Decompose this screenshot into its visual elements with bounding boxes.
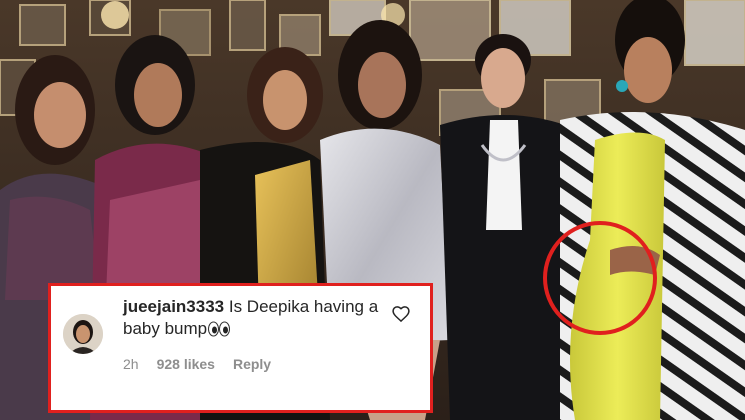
heart-icon[interactable] (391, 304, 411, 324)
reply-button[interactable]: Reply (233, 356, 271, 372)
wall-lamp (101, 1, 129, 29)
comment-text-line1: Is Deepika having a (228, 297, 379, 316)
likes-count[interactable]: 928 likes (157, 356, 215, 372)
eyes-emoji (208, 321, 231, 337)
avatar-image (63, 314, 103, 354)
comment-username[interactable]: jueejain3333 (123, 297, 224, 316)
comment-first-line: jueejain3333 Is Deepika having a (123, 296, 383, 318)
comment-meta-row: 2h 928 likes Reply (123, 356, 271, 372)
comment-second-line: baby bump (123, 318, 231, 340)
instagram-comment-card: jueejain3333 Is Deepika having a baby bu… (48, 283, 433, 413)
comment-text-line2: baby bump (123, 319, 208, 338)
photo-stage: jueejain3333 Is Deepika having a baby bu… (0, 0, 745, 420)
avatar[interactable] (63, 314, 103, 354)
comment-time: 2h (123, 356, 139, 372)
